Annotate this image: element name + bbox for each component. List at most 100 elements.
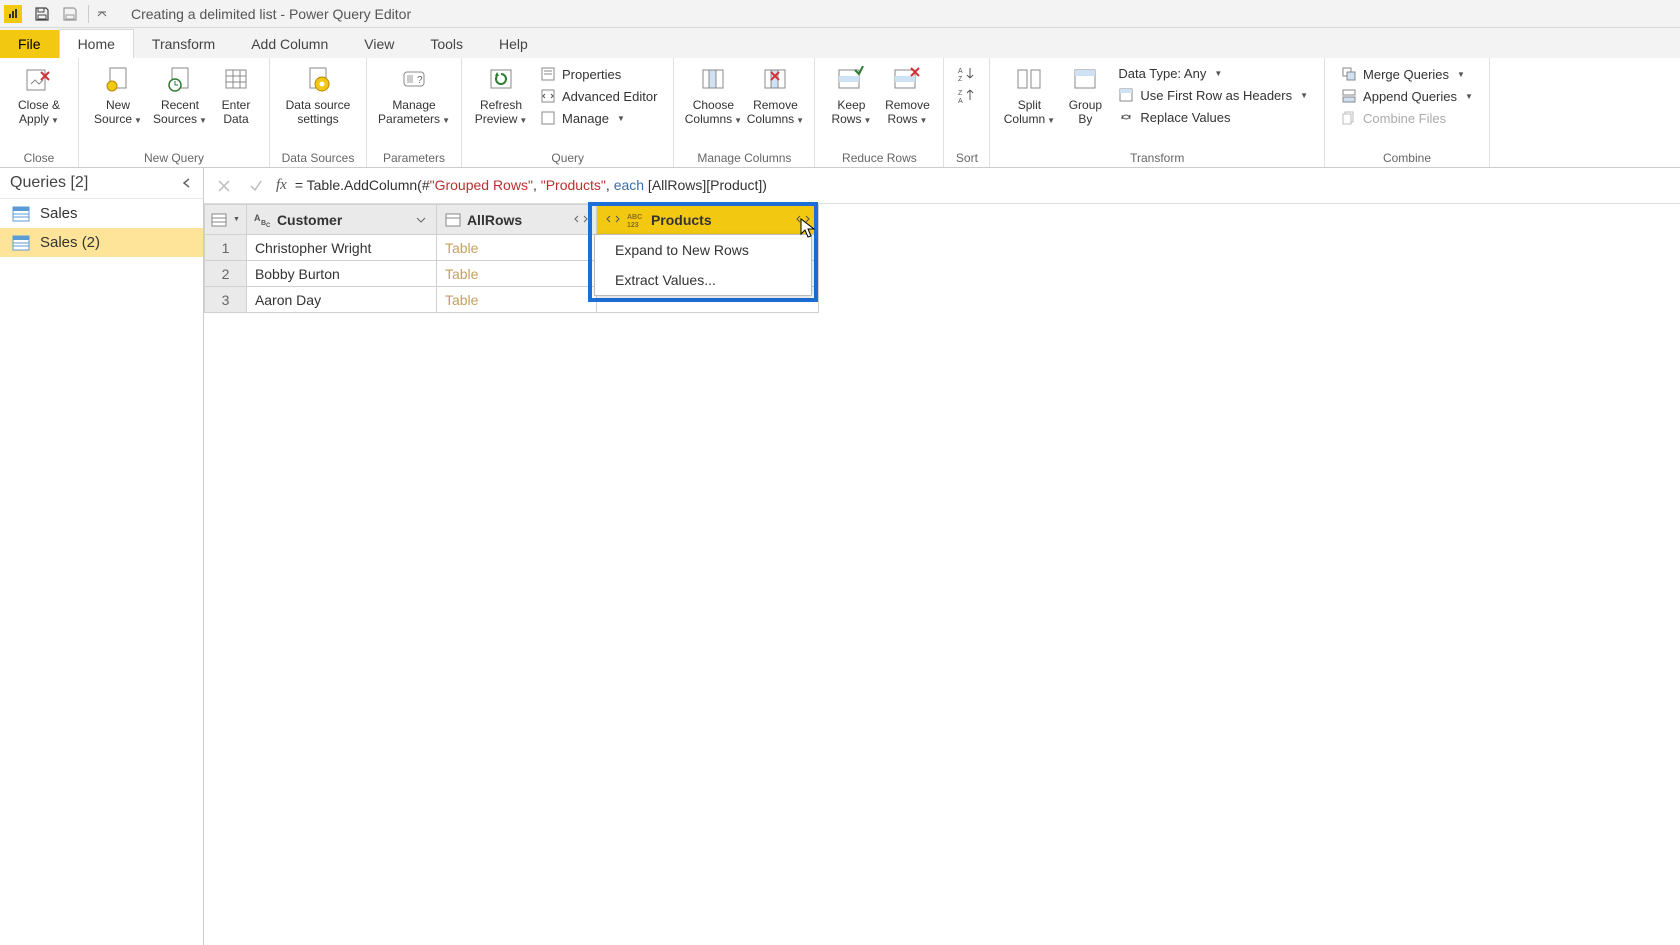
refresh-preview-button[interactable]: Refresh Preview▼	[470, 62, 532, 130]
svg-text:A: A	[958, 68, 963, 75]
corner-header[interactable]: ▼	[205, 205, 247, 235]
append-queries-button[interactable]: Append Queries▼	[1337, 86, 1477, 106]
svg-text:?: ?	[417, 75, 423, 86]
sort-desc-button[interactable]: ZA	[958, 88, 976, 104]
expand-button[interactable]	[572, 211, 590, 229]
cell-allrows[interactable]: Table	[436, 235, 596, 261]
column-name: Products	[651, 212, 790, 228]
table-icon	[12, 235, 30, 251]
expand-products-button[interactable]	[794, 211, 812, 229]
close-apply-button[interactable]: Close & Apply▼	[8, 62, 70, 130]
remove-columns-icon	[759, 64, 791, 96]
keep-rows-label: Keep Rows▼	[831, 98, 871, 128]
expand-menu: Expand to New Rows Extract Values...	[594, 234, 812, 296]
group-by-button[interactable]: Group By	[1060, 62, 1110, 128]
group-query: Refresh Preview▼ Properties Advanced Edi…	[462, 58, 674, 167]
manage-button[interactable]: Manage▼	[536, 108, 661, 128]
manage-parameters-label: Manage Parameters▼	[378, 98, 450, 128]
svg-text:A: A	[958, 98, 963, 104]
cancel-formula-button[interactable]	[212, 174, 236, 198]
content-area: fx = Table.AddColumn(#"Grouped Rows", "P…	[204, 168, 1680, 945]
recent-sources-label: Recent Sources▼	[153, 98, 207, 128]
app-icon	[4, 5, 22, 23]
enter-data-button[interactable]: Enter Data	[211, 62, 261, 128]
formula-input[interactable]: = Table.AddColumn(#"Grouped Rows", "Prod…	[295, 177, 767, 194]
column-header-customer[interactable]: ABC Customer	[246, 205, 436, 235]
sort-asc-button[interactable]: AZ	[958, 66, 976, 82]
tab-transform[interactable]: Transform	[134, 30, 233, 58]
keep-rows-button[interactable]: Keep Rows▼	[823, 62, 879, 130]
group-close-label: Close	[8, 149, 70, 165]
tab-file[interactable]: File	[0, 30, 59, 58]
collapse-queries-button[interactable]	[181, 177, 193, 189]
manage-icon	[540, 110, 556, 126]
tab-home[interactable]: Home	[59, 29, 134, 58]
row-number: 1	[205, 235, 247, 261]
combine-files-label: Combine Files	[1363, 111, 1446, 126]
qat-divider	[88, 5, 89, 23]
data-source-settings-button[interactable]: Data source settings	[278, 62, 358, 128]
new-source-label: New Source▼	[94, 98, 142, 128]
recent-sources-icon	[164, 64, 196, 96]
qat-customize[interactable]	[95, 3, 109, 25]
group-query-label: Query	[470, 149, 665, 165]
group-reduce-rows-label: Reduce Rows	[823, 149, 935, 165]
merge-queries-button[interactable]: Merge Queries▼	[1337, 64, 1477, 84]
data-type-button[interactable]: Data Type: Any▼	[1114, 64, 1312, 83]
tab-view[interactable]: View	[346, 30, 412, 58]
data-grid-wrap: ▼ ABC Customer AllRow	[204, 204, 1680, 313]
remove-rows-button[interactable]: Remove Rows▼	[879, 62, 935, 130]
row-number: 2	[205, 261, 247, 287]
choose-columns-button[interactable]: Choose Columns▼	[682, 62, 744, 130]
replace-values-button[interactable]: Replace Values	[1114, 107, 1312, 127]
group-data-sources: Data source settings Data Sources	[270, 58, 367, 167]
query-item-label: Sales	[40, 205, 78, 222]
manage-parameters-button[interactable]: ? Manage Parameters▼	[375, 62, 453, 130]
undo-button[interactable]	[58, 3, 82, 25]
tab-add-column[interactable]: Add Column	[233, 30, 346, 58]
new-source-icon	[102, 64, 134, 96]
first-row-headers-label: Use First Row as Headers	[1140, 88, 1292, 103]
replace-values-label: Replace Values	[1140, 110, 1230, 125]
properties-label: Properties	[562, 67, 621, 82]
filter-button[interactable]	[412, 211, 430, 229]
combine-files-button[interactable]: Combine Files	[1337, 108, 1477, 128]
split-column-icon	[1013, 64, 1045, 96]
advanced-editor-button[interactable]: Advanced Editor	[536, 86, 661, 106]
properties-button[interactable]: Properties	[536, 64, 661, 84]
group-parameters-label: Parameters	[375, 149, 453, 165]
group-sort-label: Sort	[952, 149, 981, 165]
group-by-label: Group By	[1069, 98, 1102, 126]
save-button[interactable]	[30, 3, 54, 25]
refresh-icon	[485, 64, 517, 96]
group-new-query: New Source▼ Recent Sources▼ Enter Data N…	[79, 58, 270, 167]
query-item-sales-2[interactable]: Sales (2)	[0, 228, 203, 257]
cell-allrows[interactable]: Table	[436, 261, 596, 287]
column-header-products[interactable]: ABC123 Products	[596, 205, 818, 235]
extract-values-item[interactable]: Extract Values...	[595, 265, 811, 295]
column-name: Customer	[277, 212, 408, 228]
column-header-allrows[interactable]: AllRows	[436, 205, 596, 235]
cell-customer[interactable]: Aaron Day	[246, 287, 436, 313]
remove-columns-button[interactable]: Remove Columns▼	[744, 62, 806, 130]
append-queries-icon	[1341, 88, 1357, 104]
text-type-icon: ABC	[253, 211, 273, 229]
main-area: Queries [2] Sales Sales (2) fx = Table	[0, 168, 1680, 945]
tab-tools[interactable]: Tools	[412, 30, 481, 58]
new-source-button[interactable]: New Source▼	[87, 62, 149, 130]
group-sort: AZ ZA Sort	[944, 58, 990, 167]
query-item-sales[interactable]: Sales	[0, 199, 203, 228]
fx-icon: fx	[276, 177, 287, 194]
expand-to-new-rows-item[interactable]: Expand to New Rows	[595, 235, 811, 265]
advanced-editor-label: Advanced Editor	[562, 89, 657, 104]
recent-sources-button[interactable]: Recent Sources▼	[149, 62, 211, 130]
svg-text:A: A	[254, 213, 261, 223]
tab-help[interactable]: Help	[481, 30, 546, 58]
confirm-formula-button[interactable]	[244, 174, 268, 198]
group-reduce-rows: Keep Rows▼ Remove Rows▼ Reduce Rows	[815, 58, 944, 167]
split-column-button[interactable]: Split Column▼	[998, 62, 1060, 130]
cell-customer[interactable]: Bobby Burton	[246, 261, 436, 287]
first-row-headers-button[interactable]: Use First Row as Headers▼	[1114, 85, 1312, 105]
cell-allrows[interactable]: Table	[436, 287, 596, 313]
cell-customer[interactable]: Christopher Wright	[246, 235, 436, 261]
